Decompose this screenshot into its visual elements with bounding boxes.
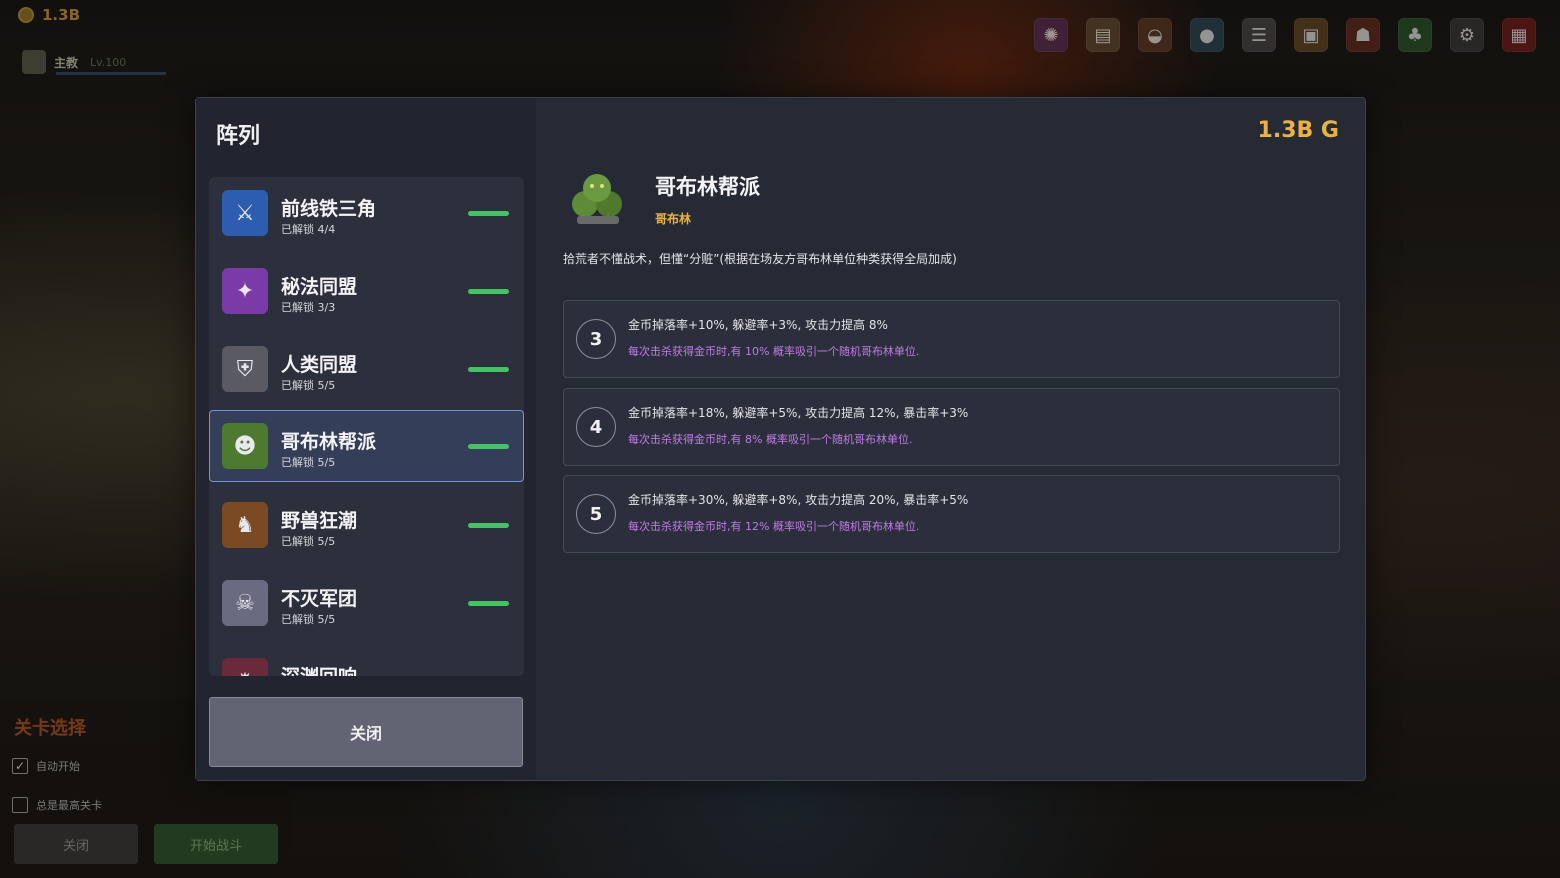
orb-icon[interactable]: ●: [1190, 18, 1224, 52]
unlock-progress-bar: [468, 601, 509, 606]
auto-start-label: 自动开始: [36, 760, 80, 773]
formation-name: 哥布林帮派: [281, 431, 377, 453]
formation-item-abyss[interactable]: ✹ 深渊回响: [209, 645, 524, 676]
detail-description: 拾荒者不懂战术，但懂“分赃”(根据在场友方哥布林单位种类获得全局加成): [563, 252, 957, 266]
formation-item-human[interactable]: ⛨ 人类同盟 已解锁 5/5: [209, 333, 524, 405]
player-name: 主教: [54, 55, 79, 70]
formation-name: 不灭军团: [281, 588, 358, 610]
beast-icon: ♞: [222, 502, 268, 548]
formation-unlocked: 已解锁 5/5: [281, 379, 336, 392]
goblin-group-icon: [563, 166, 633, 230]
formation-name: 秘法同盟: [281, 276, 358, 298]
formation-item-frontline[interactable]: ⚔ 前线铁三角 已解锁 4/4: [209, 177, 524, 249]
human-helm-icon: ⛨: [222, 346, 268, 392]
stage-close-button[interactable]: 关闭: [14, 824, 138, 864]
formation-unlocked: 已解锁 3/3: [281, 301, 336, 314]
coin-icon: [18, 7, 34, 23]
highest-stage-label: 总是最高关卡: [36, 799, 102, 812]
auto-start-row[interactable]: ✓ 自动开始: [12, 758, 80, 774]
formation-list-pane: 阵列 ⚔ 前线铁三角 已解锁 4/4 ✦ 秘法同盟 已解锁 3/3 ⛨ 人类同盟…: [196, 98, 536, 780]
abyss-icon: ✹: [222, 658, 268, 676]
portal-icon[interactable]: ✺: [1034, 18, 1068, 52]
arcane-icon: ✦: [222, 268, 268, 314]
list-icon[interactable]: ☰: [1242, 18, 1276, 52]
unlock-progress-bar: [468, 211, 509, 216]
modal-title: 阵列: [216, 124, 261, 149]
start-battle-button[interactable]: 开始战斗: [154, 824, 278, 864]
formation-item-undead[interactable]: ☠ 不灭军团 已解锁 5/5: [209, 567, 524, 639]
formation-item-beast[interactable]: ♞ 野兽狂潮 已解锁 5/5: [209, 489, 524, 561]
save-icon[interactable]: ▦: [1502, 18, 1536, 52]
tier-card: 4 金币掉落率+18%, 躲避率+5%, 攻击力提高 12%, 暴击率+3% 每…: [563, 388, 1340, 466]
goblin-icon: ☻: [222, 423, 268, 469]
formation-list[interactable]: ⚔ 前线铁三角 已解锁 4/4 ✦ 秘法同盟 已解锁 3/3 ⛨ 人类同盟 已解…: [209, 177, 524, 676]
detail-title: 哥布林帮派: [655, 175, 760, 199]
tier-card: 5 金币掉落率+30%, 躲避率+8%, 攻击力提高 20%, 暴击率+5% 每…: [563, 475, 1340, 553]
unlock-progress-bar: [468, 367, 509, 372]
formation-unlocked: 已解锁 5/5: [281, 456, 336, 469]
tier-count-badge: 5: [576, 494, 616, 534]
highest-stage-checkbox[interactable]: [12, 797, 28, 813]
player-info: 主教 Lv.100: [22, 50, 166, 75]
unlock-progress-bar: [468, 444, 509, 449]
gold-counter: 1.3B: [18, 6, 80, 24]
tier-extra: 每次击杀获得金币时,有 10% 概率吸引一个随机哥布林单位.: [628, 345, 920, 358]
unlock-progress-bar: [468, 523, 509, 528]
tier-extra: 每次击杀获得金币时,有 12% 概率吸引一个随机哥布林单位.: [628, 520, 920, 533]
scroll-icon[interactable]: ▤: [1086, 18, 1120, 52]
tier-effect: 金币掉落率+18%, 躲避率+5%, 攻击力提高 12%, 暴击率+3%: [628, 406, 969, 420]
auto-start-checkbox[interactable]: ✓: [12, 758, 28, 774]
top-toolbar: ✺ ▤ ◒ ● ☰ ▣ ☗ ♣ ⚙ ▦: [1034, 18, 1536, 52]
knight-icon: ⚔: [222, 190, 268, 236]
tier-count-badge: 4: [576, 407, 616, 447]
tier-card: 3 金币掉落率+10%, 躲避率+3%, 攻击力提高 8% 每次击杀获得金币时,…: [563, 300, 1340, 378]
tree-icon[interactable]: ♣: [1398, 18, 1432, 52]
stage-select-title: 关卡选择: [14, 718, 86, 739]
gold-total: 1.3B G: [1257, 118, 1339, 143]
tier-extra: 每次击杀获得金币时,有 8% 概率吸引一个随机哥布林单位.: [628, 433, 913, 446]
mask-icon[interactable]: ☗: [1346, 18, 1380, 52]
formation-name: 深渊回响: [281, 662, 357, 676]
tier-count-badge: 3: [576, 319, 616, 359]
unlock-progress-bar: [468, 289, 509, 294]
tier-effect: 金币掉落率+10%, 躲避率+3%, 攻击力提高 8%: [628, 318, 888, 332]
formation-item-goblin[interactable]: ☻ 哥布林帮派 已解锁 5/5: [209, 410, 524, 482]
tier-effect: 金币掉落率+30%, 躲避率+8%, 攻击力提高 20%, 暴击率+5%: [628, 493, 969, 507]
detail-tag: 哥布林: [655, 212, 692, 226]
gear-icon[interactable]: ⚙: [1450, 18, 1484, 52]
formation-name: 人类同盟: [281, 354, 358, 376]
formation-unlocked: 已解锁 5/5: [281, 535, 336, 548]
undead-icon: ☠: [222, 580, 268, 626]
formation-item-arcane[interactable]: ✦ 秘法同盟 已解锁 3/3: [209, 255, 524, 327]
formation-name: 前线铁三角: [281, 198, 377, 220]
formation-name: 野兽狂潮: [281, 510, 358, 532]
gold-amount: 1.3B: [42, 6, 81, 24]
player-level: Lv.100: [90, 55, 127, 69]
close-button[interactable]: 关闭: [209, 697, 523, 767]
book-icon[interactable]: ▣: [1294, 18, 1328, 52]
formation-unlocked: 已解锁 5/5: [281, 613, 336, 626]
xp-bar: [56, 72, 166, 75]
formation-modal: 阵列 ⚔ 前线铁三角 已解锁 4/4 ✦ 秘法同盟 已解锁 3/3 ⛨ 人类同盟…: [195, 97, 1366, 781]
helmet-icon[interactable]: ◒: [1138, 18, 1172, 52]
highest-stage-row[interactable]: 总是最高关卡: [12, 797, 102, 813]
avatar: [22, 50, 46, 74]
formation-unlocked: 已解锁 4/4: [281, 223, 336, 236]
